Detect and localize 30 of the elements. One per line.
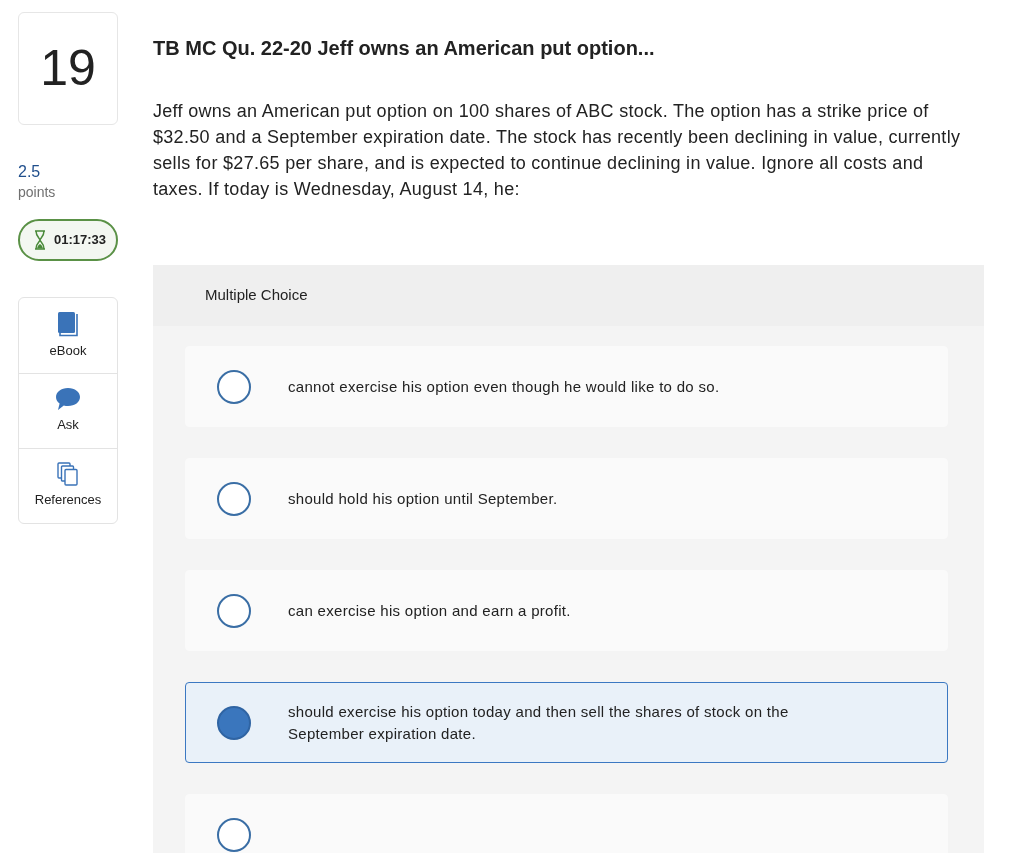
stacked-pages-icon xyxy=(57,462,79,487)
option-text: can exercise his option and earn a profit. xyxy=(288,600,571,621)
radio-button[interactable] xyxy=(217,817,251,852)
radio-button[interactable] xyxy=(217,369,251,404)
book-icon xyxy=(57,310,79,337)
question-text: Jeff owns an American put option on 100 shares of ABC stock. The option has a strike price of $32.50 and a September expiration date. The stock has recently been declining in value, currently sells for $27.65 per share, and is expected to continue declining in value. Ignore all costs and taxes. If today is Wednesday, August 14, he: xyxy=(153,100,962,201)
radio-button[interactable] xyxy=(217,593,251,628)
points-label: points xyxy=(18,183,57,202)
tool-label: eBook xyxy=(49,341,87,360)
tool-label: References xyxy=(34,491,102,510)
timer-text: 01:17:33 xyxy=(54,231,107,250)
radio-button[interactable] xyxy=(217,481,251,516)
radio-button[interactable] xyxy=(217,705,251,740)
hourglass-icon xyxy=(34,230,46,250)
option-text: should hold his option until September. xyxy=(288,488,558,509)
tool-button[interactable]: Ask xyxy=(19,373,117,448)
tool-button[interactable]: eBook xyxy=(19,298,117,373)
tool-label: Ask xyxy=(57,416,79,435)
option-text: cannot exercise his option even though he would like to do so. xyxy=(288,376,720,397)
question-number: 19 xyxy=(18,12,118,125)
answer-option[interactable]: should hold his option until September. xyxy=(185,458,948,539)
speech-bubble-icon xyxy=(55,387,81,412)
answer-type-header: Multiple Choice xyxy=(153,265,984,326)
answer-option[interactable]: should exercise his option today and then sell the shares of stock on the September expiration date. xyxy=(185,682,948,763)
points-value: 2.5 xyxy=(18,162,42,182)
question-title: TB MC Qu. 22-20 Jeff owns an American put option... xyxy=(153,36,656,61)
answer-option[interactable]: can exercise his option and earn a profit. xyxy=(185,570,948,651)
option-text: should exercise his option today and then sell the shares of stock on the September expiration date. xyxy=(288,701,790,744)
answer-option[interactable]: cannot exercise his option even though he would like to do so. xyxy=(185,346,948,427)
tool-button[interactable]: References xyxy=(19,448,117,523)
